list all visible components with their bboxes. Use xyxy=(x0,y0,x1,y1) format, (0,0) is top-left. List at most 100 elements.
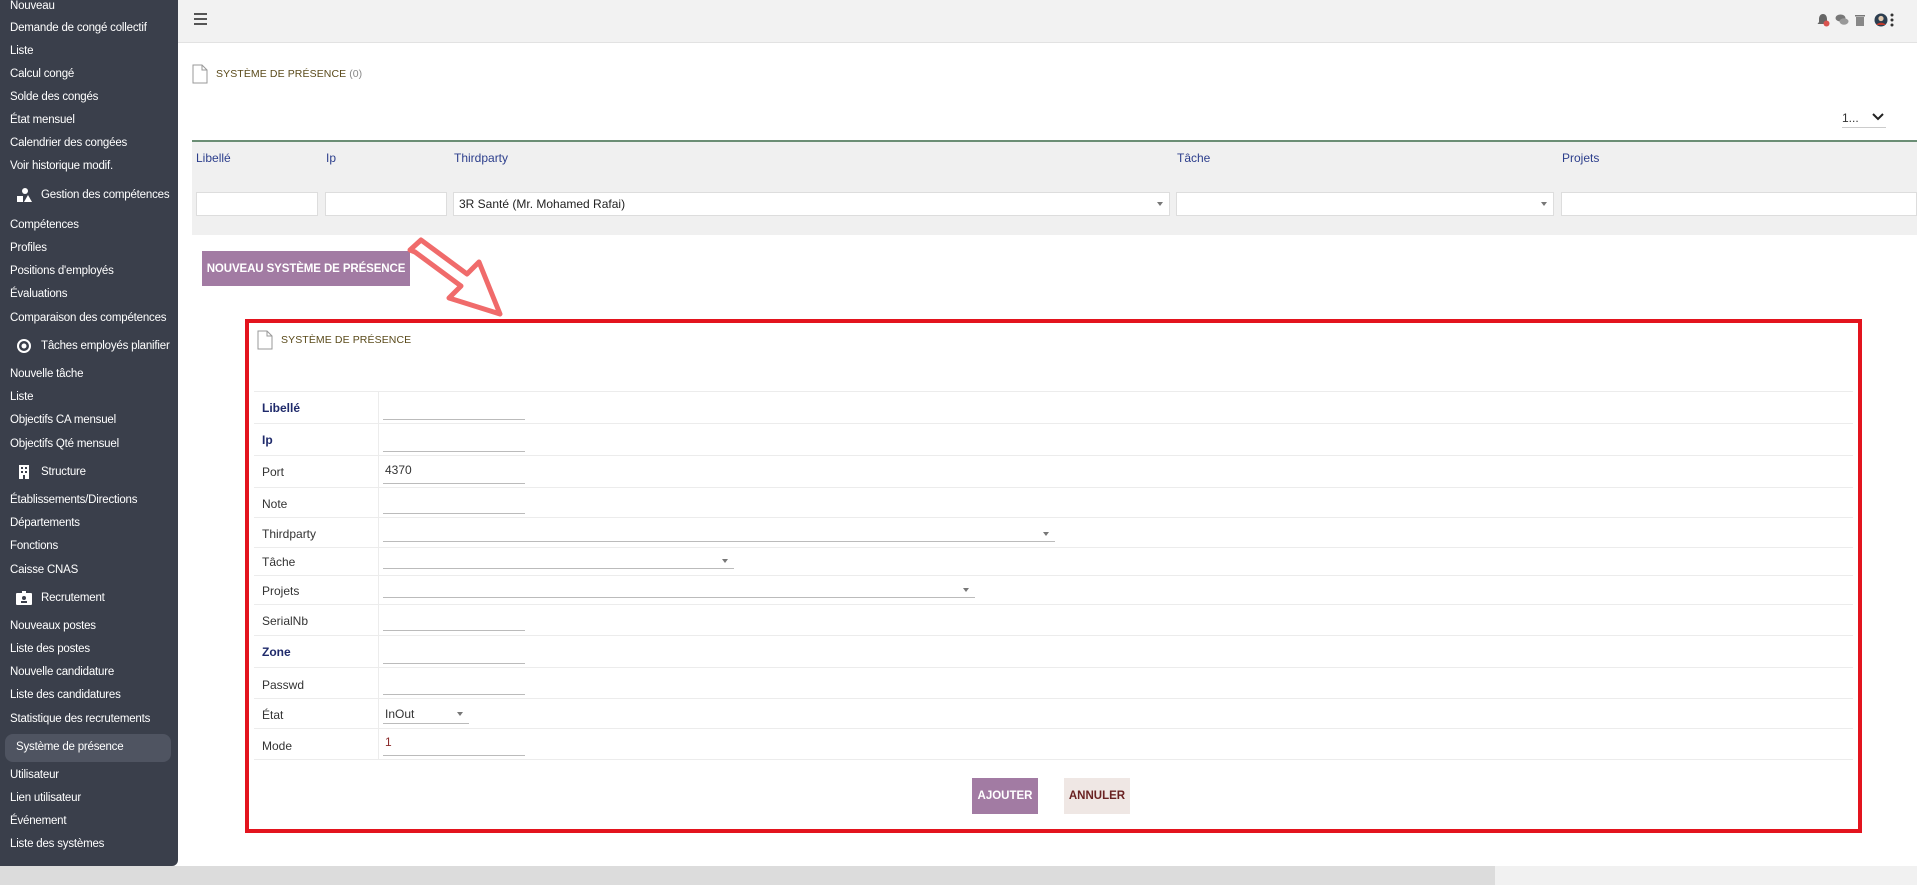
form-row-zone: Zone xyxy=(254,635,1853,667)
field-label: Port xyxy=(262,465,285,479)
serialnb-input[interactable] xyxy=(383,613,525,631)
sidebar-item-utilisateur[interactable]: Utilisateur xyxy=(10,769,59,781)
sidebar-item-nouveaux-postes[interactable]: Nouveaux postes xyxy=(10,620,96,632)
sidebar-item-fonctions[interactable]: Fonctions xyxy=(10,540,58,552)
page-title: SYSTÈME DE PRÉSENCE (0) xyxy=(192,64,362,84)
form-row-thirdparty: Thirdparty xyxy=(254,517,1853,547)
sidebar-item-objectifs-ca[interactable]: Objectifs CA mensuel xyxy=(10,414,116,426)
sidebar-item-systeme-presence[interactable]: Système de présence xyxy=(16,741,124,753)
more-vertical-icon[interactable] xyxy=(1890,13,1896,27)
sidebar-section-structure[interactable]: Structure xyxy=(15,464,86,480)
building-icon xyxy=(15,464,33,480)
shapes-icon xyxy=(15,187,33,203)
sidebar-item-nouveau[interactable]: Nouveau xyxy=(10,0,55,12)
sidebar-section-recrutement[interactable]: Recrutement xyxy=(15,590,105,606)
form-row-libelle: Libellé xyxy=(254,391,1853,423)
new-presence-system-button[interactable]: NOUVEAU SYSTÈME DE PRÉSENCE xyxy=(202,251,410,286)
chat-icon[interactable] xyxy=(1835,13,1849,27)
sidebar-item-liste-postes[interactable]: Liste des postes xyxy=(10,643,90,655)
column-header-thirdparty[interactable]: Thirdparty xyxy=(454,151,508,165)
sidebar-item-positions[interactable]: Positions d'employés xyxy=(10,265,114,277)
sidebar-item-liste[interactable]: Liste xyxy=(10,45,33,57)
port-input[interactable]: 4370 xyxy=(383,463,525,484)
etat-select-value: InOut xyxy=(385,707,415,721)
projets-select[interactable] xyxy=(383,582,975,598)
passwd-input[interactable] xyxy=(383,677,525,695)
sidebar-item-demande-conge-collectif[interactable]: Demande de congé collectif xyxy=(10,22,147,34)
field-label: Libellé xyxy=(262,401,301,415)
field-label: Ip xyxy=(262,433,273,447)
document-icon xyxy=(257,330,273,350)
zone-input[interactable] xyxy=(383,646,525,664)
cancel-button[interactable]: ANNULER xyxy=(1064,778,1130,814)
column-header-libelle[interactable]: Libellé xyxy=(196,151,231,165)
sidebar-item-etat-mensuel[interactable]: État mensuel xyxy=(10,114,75,126)
sidebar-item-evaluations[interactable]: Évaluations xyxy=(10,288,67,300)
libelle-input[interactable] xyxy=(383,402,525,420)
mode-input[interactable]: 1 xyxy=(383,735,525,756)
sidebar-item-profiles[interactable]: Profiles xyxy=(10,242,47,254)
sidebar-item-statistique-recrutements[interactable]: Statistique des recrutements xyxy=(10,713,150,725)
sidebar-item-liste-candidatures[interactable]: Liste des candidatures xyxy=(10,689,121,701)
target-icon xyxy=(15,338,33,354)
sidebar-item-lien-utilisateur[interactable]: Lien utilisateur xyxy=(10,792,81,804)
sidebar-section-label: Recrutement xyxy=(41,592,105,604)
ip-input[interactable] xyxy=(383,434,525,452)
trash-icon[interactable] xyxy=(1854,13,1868,27)
field-label: SerialNb xyxy=(262,614,309,628)
form-row-ip: Ip xyxy=(254,423,1853,455)
presence-system-form: SYSTÈME DE PRÉSENCE Libellé Ip Port 4370… xyxy=(245,319,1862,833)
top-bar xyxy=(178,0,1917,43)
sidebar-item-nouvelle-candidature[interactable]: Nouvelle candidature xyxy=(10,666,114,678)
field-label: Mode xyxy=(262,739,293,753)
sidebar-item-etablissements[interactable]: Établissements/Directions xyxy=(10,494,138,506)
filter-libelle-input[interactable] xyxy=(196,192,318,216)
sidebar-item-evenement[interactable]: Événement xyxy=(10,815,67,827)
filter-tache-select[interactable] xyxy=(1176,192,1554,216)
sidebar-section-label: Tâches employés planifier xyxy=(41,340,170,352)
form-title: SYSTÈME DE PRÉSENCE xyxy=(257,330,411,350)
sidebar-section-taches[interactable]: Tâches employés planifier xyxy=(15,338,170,354)
add-button[interactable]: AJOUTER xyxy=(972,778,1038,814)
form-row-passwd: Passwd xyxy=(254,667,1853,698)
notification-icon[interactable] xyxy=(1816,13,1830,27)
hamburger-menu-icon[interactable] xyxy=(194,13,207,25)
sidebar-item-liste-systemes[interactable]: Liste des systèmes xyxy=(10,838,104,850)
etat-select[interactable]: InOut xyxy=(383,706,469,724)
filter-table: Libellé Ip Thirdparty Tâche Projets 3R S… xyxy=(192,140,1917,235)
sidebar-item-departements[interactable]: Départements xyxy=(10,517,80,529)
sidebar-item-historique[interactable]: Voir historique modif. xyxy=(10,160,113,172)
column-header-tache[interactable]: Tâche xyxy=(1177,151,1210,165)
sidebar-item-calendrier-conges[interactable]: Calendrier des congées xyxy=(10,137,127,149)
filter-ip-input[interactable] xyxy=(325,192,447,216)
sidebar-item-calcul-conge[interactable]: Calcul congé xyxy=(10,68,74,80)
note-input[interactable] xyxy=(383,496,525,514)
field-label: Thirdparty xyxy=(262,527,317,541)
filter-projets-input[interactable] xyxy=(1561,192,1917,216)
horizontal-scrollbar-thumb[interactable] xyxy=(0,866,1495,885)
sidebar-item-liste-taches[interactable]: Liste xyxy=(10,391,33,403)
annotation-arrow xyxy=(407,237,503,317)
thirdparty-select[interactable] xyxy=(383,526,1055,542)
pagination-select[interactable]: 1... xyxy=(1842,108,1886,128)
column-header-projets[interactable]: Projets xyxy=(1562,151,1599,165)
sidebar-item-solde-conges[interactable]: Solde des congés xyxy=(10,91,98,103)
sidebar-item-nouvelle-tache[interactable]: Nouvelle tâche xyxy=(10,368,83,380)
field-label: Tâche xyxy=(262,555,296,569)
filter-thirdparty-select[interactable]: 3R Santé (Mr. Mohamed Rafai) xyxy=(453,192,1170,216)
sidebar-item-objectifs-qte[interactable]: Objectifs Qté mensuel xyxy=(10,438,119,450)
id-badge-icon xyxy=(15,590,33,606)
sidebar-section-gestion-competences[interactable]: Gestion des compétences xyxy=(15,187,170,203)
column-header-ip[interactable]: Ip xyxy=(326,151,336,165)
tache-select[interactable] xyxy=(383,553,734,569)
user-avatar-icon[interactable] xyxy=(1874,13,1888,27)
pagination-select-value: 1... xyxy=(1842,110,1859,125)
sidebar-item-comparaison[interactable]: Comparaison des compétences xyxy=(10,312,167,324)
dropdown-caret-icon xyxy=(1043,532,1049,536)
form-row-projets: Projets xyxy=(254,575,1853,604)
sidebar-item-caisse-cnas[interactable]: Caisse CNAS xyxy=(10,564,78,576)
field-label: Zone xyxy=(262,645,291,659)
sidebar-item-competences[interactable]: Compétences xyxy=(10,219,79,231)
field-label: Projets xyxy=(262,584,300,598)
form-row-note: Note xyxy=(254,487,1853,517)
